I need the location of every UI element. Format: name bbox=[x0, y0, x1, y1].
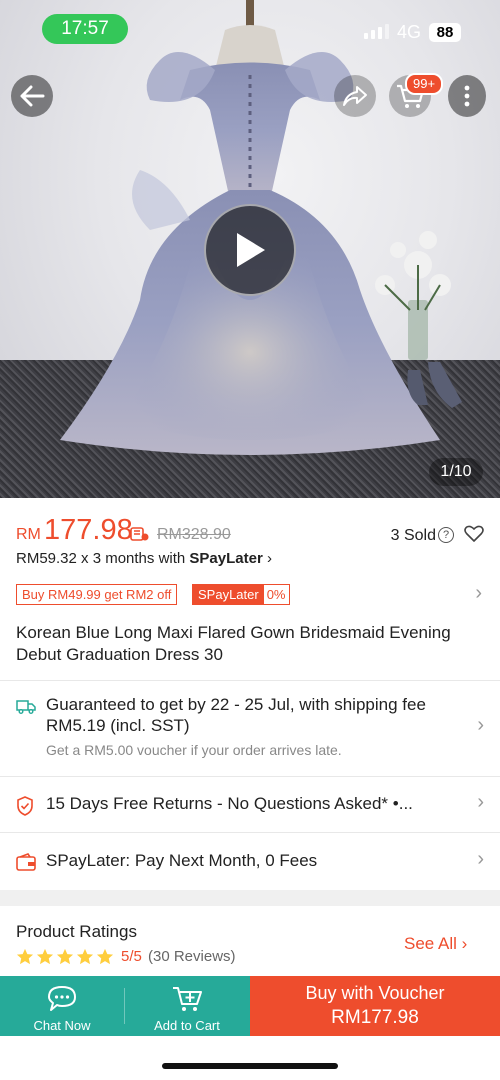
spaylater-row[interactable]: SPayLater: Pay Next Month, 0 Fees › bbox=[16, 848, 484, 875]
rating-score: 5/5 bbox=[121, 948, 142, 965]
price-currency: RM bbox=[16, 526, 41, 543]
price-row: RM 177.98 RM328.90 3 Sold ? bbox=[16, 514, 484, 548]
section-separator bbox=[0, 890, 500, 906]
chevron-right-icon: › bbox=[477, 714, 484, 736]
price-original: RM328.90 bbox=[157, 526, 231, 543]
help-icon[interactable]: ? bbox=[438, 527, 454, 543]
battery-icon: 88 bbox=[429, 23, 461, 42]
star-icon bbox=[56, 948, 74, 965]
returns-row[interactable]: 15 Days Free Returns - No Questions Aske… bbox=[16, 791, 484, 818]
back-button[interactable] bbox=[11, 75, 53, 117]
chevron-right-icon: › bbox=[477, 791, 484, 813]
heart-icon[interactable] bbox=[464, 525, 484, 543]
play-icon bbox=[237, 233, 265, 267]
more-icon bbox=[464, 85, 470, 107]
add-to-cart-button[interactable]: Add to Cart bbox=[125, 976, 249, 1036]
bottom-left-actions: Chat Now Add to Cart bbox=[0, 976, 250, 1036]
sold-count: 3 Sold bbox=[390, 527, 436, 544]
installment-tag-icon bbox=[130, 527, 149, 541]
installment-info[interactable]: RM59.32 x 3 months with SPayLater › bbox=[16, 550, 272, 567]
clock: 17:57 bbox=[42, 14, 128, 44]
chat-now-label: Chat Now bbox=[33, 1018, 91, 1033]
buy-with-voucher-button[interactable]: Buy with Voucher RM177.98 bbox=[250, 976, 500, 1036]
back-arrow-icon bbox=[20, 85, 45, 107]
chevron-right-icon: › bbox=[475, 582, 482, 604]
chat-icon bbox=[48, 986, 76, 1011]
chat-now-button[interactable]: Chat Now bbox=[0, 976, 124, 1036]
shield-icon bbox=[17, 796, 33, 816]
divider bbox=[0, 832, 500, 833]
add-to-cart-label: Add to Cart bbox=[154, 1018, 220, 1033]
wallet-icon bbox=[16, 853, 36, 871]
home-indicator[interactable] bbox=[162, 1063, 338, 1069]
voucher-tag: Buy RM49.99 get RM2 off bbox=[16, 584, 178, 605]
spaylater-tag-label: SPayLater bbox=[193, 585, 264, 604]
truck-icon bbox=[16, 700, 36, 714]
installment-chevron: › bbox=[266, 550, 272, 567]
spaylater-text: SPayLater: Pay Next Month, 0 Fees bbox=[46, 851, 318, 870]
shipping-text: Guaranteed to get by 22 - 25 Jul, with s… bbox=[46, 695, 426, 735]
installment-brand: SPayLater bbox=[189, 550, 263, 567]
share-icon bbox=[343, 86, 367, 106]
spaylater-tag-rate: 0% bbox=[266, 587, 286, 602]
star-icon bbox=[16, 948, 34, 965]
spaylater-tag: SPayLater 0% bbox=[192, 584, 290, 605]
divider bbox=[0, 776, 500, 777]
chevron-right-icon: › bbox=[477, 848, 484, 870]
chevron-right-icon: › bbox=[461, 934, 468, 953]
cart-badge: 99+ bbox=[405, 73, 444, 95]
play-video-button[interactable] bbox=[204, 204, 296, 296]
buy-label: Buy with Voucher bbox=[305, 983, 445, 1003]
installment-text: RM59.32 x 3 months with bbox=[16, 550, 190, 567]
star-icon bbox=[76, 948, 94, 965]
add-cart-icon bbox=[173, 987, 202, 1011]
ratings-title: Product Ratings bbox=[16, 922, 137, 941]
returns-text: 15 Days Free Returns - No Questions Aske… bbox=[46, 794, 413, 813]
star-icon bbox=[36, 948, 54, 965]
rating-stars bbox=[16, 948, 114, 965]
status-bar: 17:57 4G 88 bbox=[0, 0, 500, 62]
star-icon bbox=[96, 948, 114, 965]
promo-row[interactable]: Buy RM49.99 get RM2 off SPayLater 0% › bbox=[16, 582, 484, 606]
image-counter: 1/10 bbox=[429, 458, 483, 486]
shipping-guarantee: Get a RM5.00 voucher if your order arriv… bbox=[46, 742, 342, 758]
signal-icon bbox=[364, 24, 389, 39]
more-button[interactable] bbox=[448, 75, 486, 117]
share-button[interactable] bbox=[334, 75, 376, 117]
buy-price: RM177.98 bbox=[331, 1007, 419, 1028]
divider bbox=[0, 680, 500, 681]
product-title: Korean Blue Long Maxi Flared Gown Brides… bbox=[16, 623, 451, 664]
bottom-action-bar: Chat Now Add to Cart Buy with Voucher RM… bbox=[0, 976, 500, 1036]
rating-count: (30 Reviews) bbox=[148, 948, 236, 965]
network-type: 4G bbox=[397, 22, 422, 42]
see-all-label: See All bbox=[404, 934, 457, 953]
price-current: 177.98 bbox=[44, 514, 133, 546]
see-all-link[interactable]: See All › bbox=[404, 934, 467, 954]
